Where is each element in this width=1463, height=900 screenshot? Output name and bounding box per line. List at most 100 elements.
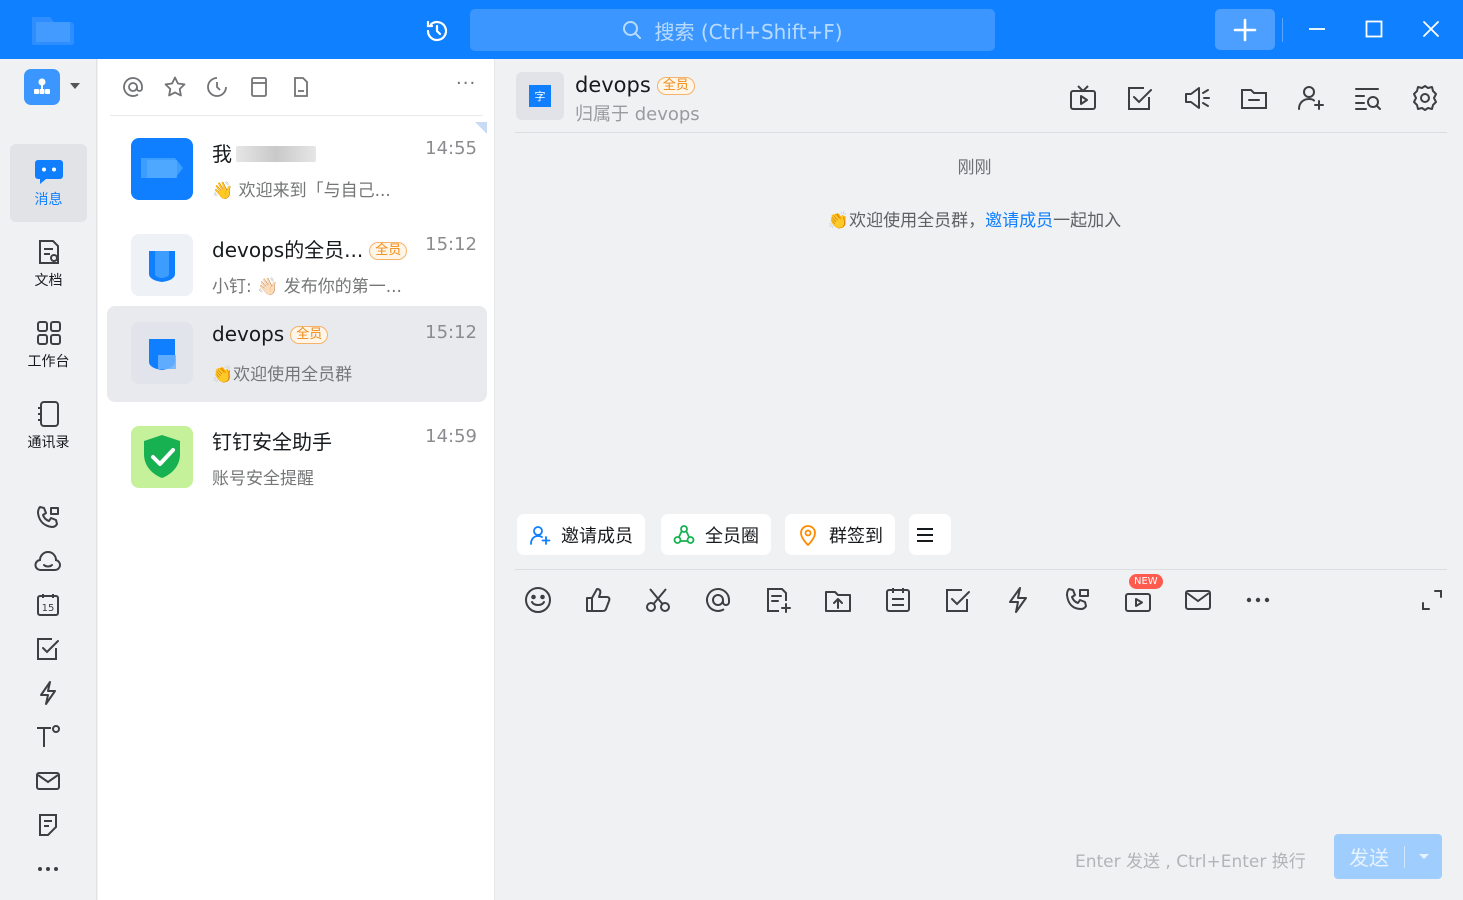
minimize-icon xyxy=(1308,20,1326,38)
conversation-preview: 小钉: 👋🏻 发布你的第一... xyxy=(212,277,402,297)
invite-members-button[interactable]: 邀请成员 xyxy=(517,514,645,555)
pinned-corner-icon xyxy=(475,122,487,134)
live-icon[interactable] xyxy=(1123,585,1153,615)
conversation-item[interactable]: 钉钉安全助手 账号安全提醒 14:59 xyxy=(107,410,487,506)
at-icon[interactable] xyxy=(121,75,145,99)
nav-item-workbench[interactable]: 工作台 xyxy=(10,306,87,384)
history-icon[interactable] xyxy=(422,16,452,46)
mail-icon[interactable] xyxy=(1183,585,1213,615)
list-divider xyxy=(110,115,483,116)
conversation-time: 15:12 xyxy=(425,234,477,255)
more-icon[interactable] xyxy=(34,855,62,883)
conversation-item[interactable]: devops的全员... 全员 小钉: 👋🏻 发布你的第一... 15:12 xyxy=(107,218,487,314)
nav-item-label: 文档 xyxy=(34,273,63,289)
emoji-icon[interactable] xyxy=(523,585,553,615)
system-message-text: 👏欢迎使用全员群， xyxy=(827,211,986,231)
nav-item-label: 通讯录 xyxy=(27,435,70,451)
flash-icon[interactable] xyxy=(1003,585,1033,615)
flash-icon[interactable] xyxy=(34,679,62,707)
checkin-icon xyxy=(797,524,829,546)
conversation-item[interactable]: 我 👋 欢迎来到「与自己... 14:55 xyxy=(107,122,487,218)
send-button[interactable]: 发送 xyxy=(1334,834,1442,879)
invite-members-link[interactable]: 邀请成员 xyxy=(985,211,1053,231)
phone-icon[interactable] xyxy=(1063,585,1093,615)
todo-icon[interactable] xyxy=(943,585,973,615)
at-mention-icon[interactable] xyxy=(703,585,733,615)
conversation-name-text: devops的全员... xyxy=(212,238,364,262)
announcement-icon[interactable] xyxy=(1182,83,1212,113)
scissors-icon[interactable] xyxy=(643,585,673,615)
menu-icon xyxy=(915,525,945,545)
group-checkin-button[interactable]: 群签到 xyxy=(785,514,895,555)
conversation-time: 14:59 xyxy=(425,426,477,447)
close-button[interactable] xyxy=(1416,14,1446,44)
thumbs-up-icon[interactable] xyxy=(583,585,613,615)
notes-icon[interactable] xyxy=(34,811,62,839)
phone-icon[interactable] xyxy=(34,503,62,531)
search-history-icon[interactable] xyxy=(1353,83,1383,113)
conversation-name: 钉钉安全助手 xyxy=(212,430,332,454)
group-avatar[interactable]: 字 xyxy=(516,72,564,120)
mail-icon[interactable] xyxy=(34,767,62,795)
conversation-name-text: 我 xyxy=(212,142,232,166)
calendar-day: 15 xyxy=(42,603,55,614)
all-members-circle-button[interactable]: 全员圈 xyxy=(661,514,771,555)
message-icon xyxy=(34,157,64,185)
clock-icon[interactable] xyxy=(205,75,229,99)
org-switcher[interactable] xyxy=(24,69,60,105)
settings-icon[interactable] xyxy=(1410,83,1440,113)
circle-icon xyxy=(673,524,705,546)
nav-item-label: 消息 xyxy=(34,192,63,208)
quick-action-label: 群签到 xyxy=(829,525,883,547)
all-members-badge: 全员 xyxy=(369,242,408,260)
conversation-preview: 账号安全提醒 xyxy=(212,469,314,489)
create-button[interactable] xyxy=(1215,9,1275,50)
group-title-text: devops xyxy=(575,73,651,97)
todo-icon[interactable] xyxy=(34,635,62,663)
invite-icon xyxy=(529,524,561,546)
minimize-button[interactable] xyxy=(1302,14,1332,44)
titlebar-divider xyxy=(1282,18,1283,42)
quick-action-label: 邀请成员 xyxy=(561,525,633,547)
input-hint: Enter 发送 , Ctrl+Enter 换行 xyxy=(1075,852,1306,872)
conversation-list-panel: ··· 我 👋 欢迎来到「与自己... 14:55 devops的全员... 全员… xyxy=(98,59,495,900)
bookmark-icon[interactable] xyxy=(247,75,271,99)
add-member-icon[interactable] xyxy=(1296,83,1326,113)
expand-icon[interactable] xyxy=(1417,585,1447,615)
text-tool-icon[interactable] xyxy=(34,723,62,751)
star-icon[interactable] xyxy=(163,75,187,99)
calendar-icon[interactable]: 15 xyxy=(34,591,62,619)
file-icon[interactable] xyxy=(289,75,313,99)
upload-icon[interactable] xyxy=(823,585,853,615)
nav-item-docs[interactable]: 文档 xyxy=(10,225,87,303)
redacted-name-block xyxy=(236,146,316,162)
cloud-icon[interactable] xyxy=(34,548,62,576)
workbench-icon xyxy=(35,319,63,347)
search-placeholder: 搜索 (Ctrl+Shift+F) xyxy=(654,19,843,44)
conversation-name: devops 全员 xyxy=(212,322,329,346)
conversation-preview: 👋 欢迎来到「与自己... xyxy=(212,181,391,201)
search-icon xyxy=(622,20,654,40)
more-icon[interactable] xyxy=(1243,585,1273,615)
group-subtitle: 归属于 devops xyxy=(575,104,700,125)
conversation-item[interactable]: devops 全员 👏欢迎使用全员群 15:12 xyxy=(107,306,487,402)
live-icon[interactable] xyxy=(1068,83,1098,113)
schedule-icon[interactable] xyxy=(883,585,913,615)
list-more-button[interactable]: ··· xyxy=(456,73,480,97)
message-timestamp: 刚刚 xyxy=(957,158,992,178)
folder-icon[interactable] xyxy=(1239,83,1269,113)
all-members-badge: 全员 xyxy=(656,77,695,95)
search-input[interactable]: 搜索 (Ctrl+Shift+F) xyxy=(470,9,995,51)
quick-action-label: 全员圈 xyxy=(705,525,759,547)
quick-actions-menu-button[interactable] xyxy=(909,514,951,555)
group-title[interactable]: devops 全员 xyxy=(575,73,695,97)
nav-item-contacts[interactable]: 通讯录 xyxy=(10,387,87,465)
task-icon[interactable] xyxy=(1125,83,1155,113)
org-switcher-caret-icon[interactable] xyxy=(70,83,80,89)
nav-item-messages[interactable]: 消息 xyxy=(10,144,87,222)
send-options-caret-icon[interactable] xyxy=(1405,854,1442,859)
nav-item-label: 工作台 xyxy=(27,354,70,370)
doc-add-icon[interactable] xyxy=(763,585,793,615)
group-avatar-char: 字 xyxy=(529,85,551,107)
maximize-button[interactable] xyxy=(1359,14,1389,44)
